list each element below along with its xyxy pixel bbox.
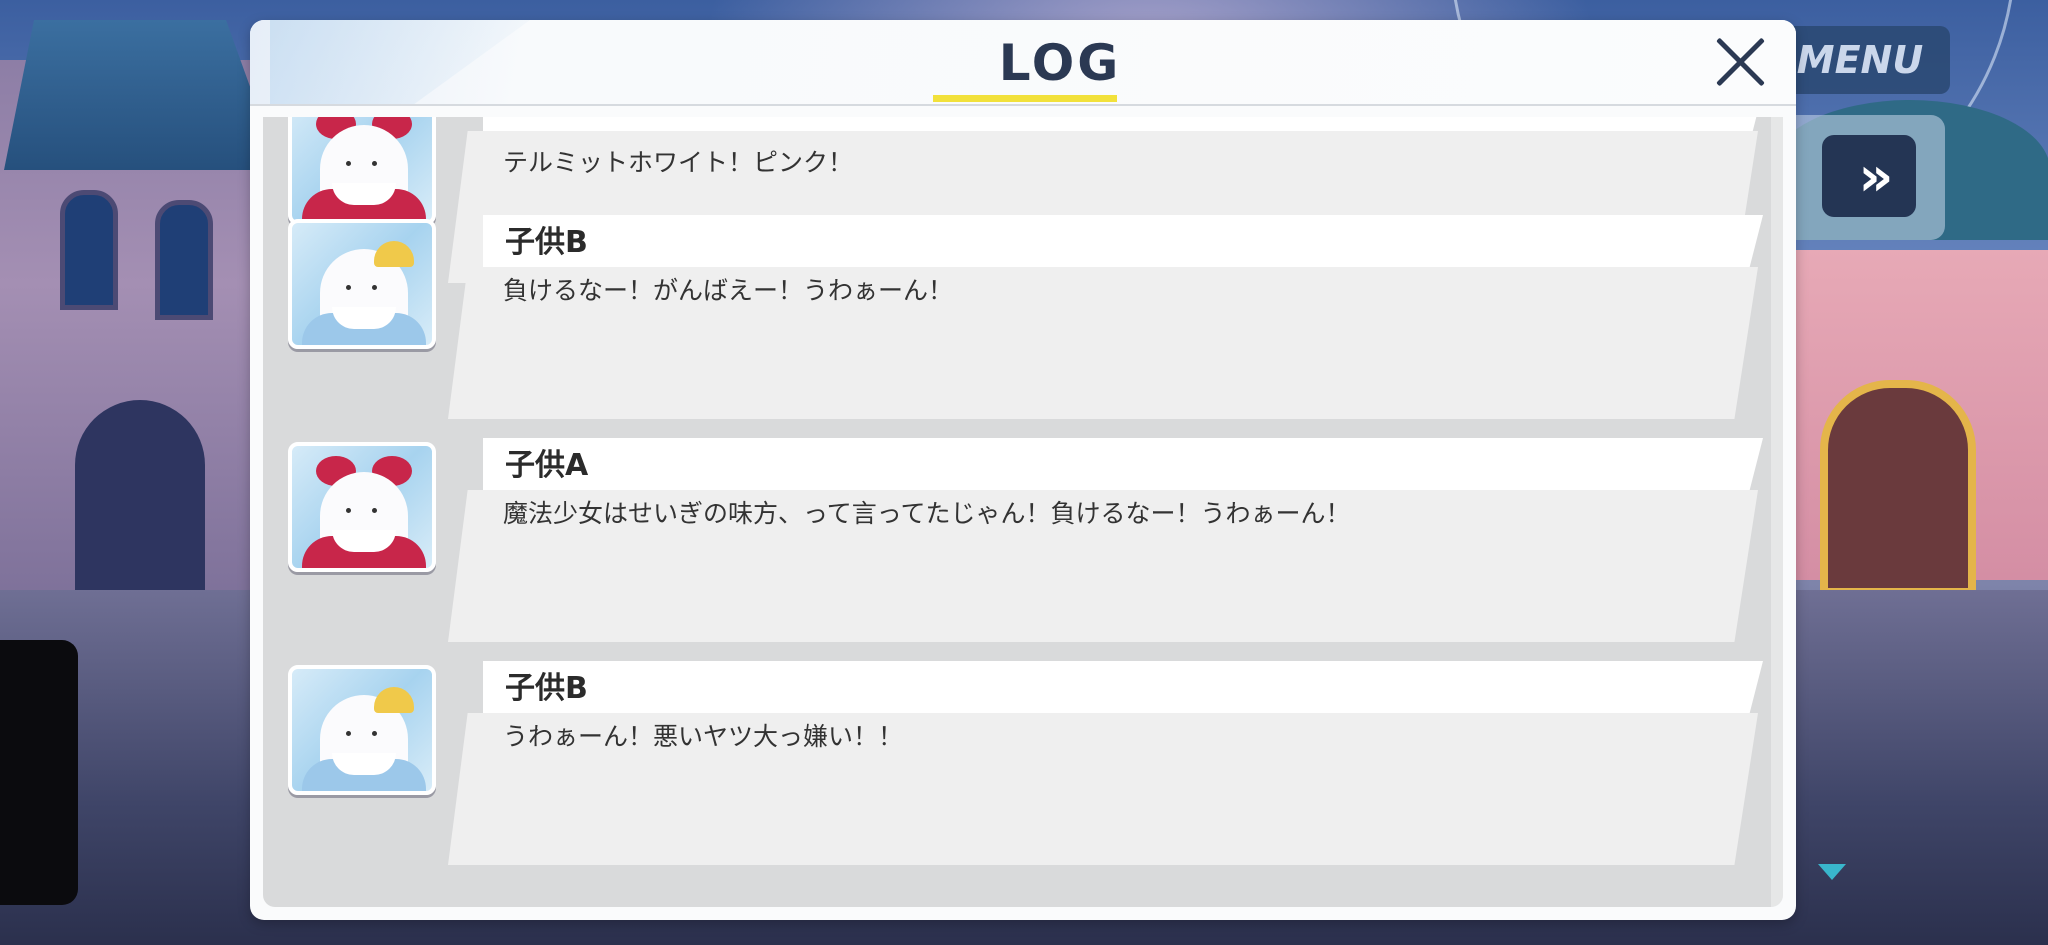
speaker-name: 子供B [505, 671, 588, 706]
speaker-name: 子供B [505, 225, 588, 260]
yellow-hat-child-avatar [288, 665, 436, 795]
dialogue-text: うわぁーん！悪いヤツ大っ嫌い！！ [503, 722, 904, 751]
log-entry: 子供B 負けるなー！がんばえー！うわぁーん！ [263, 215, 1763, 439]
yellow-hat-child-avatar [288, 219, 436, 349]
header-decoration [270, 20, 530, 105]
log-dialog: LOG テルミットホワイト！ピンク！ 子供B 負けるなー！がんばえー！うわぁーん… [250, 20, 1796, 920]
hat-icon [374, 241, 414, 267]
avatar-eyes [346, 285, 382, 291]
speaker-plate [483, 661, 1763, 721]
dialogue-text: テルミットホワイト！ピンク！ [503, 148, 854, 177]
dialogue-text: 負けるなー！がんばえー！うわぁーん！ [503, 276, 954, 305]
speaker-plate [483, 215, 1763, 275]
speaker-name: 子供A [505, 448, 589, 483]
window [60, 190, 118, 310]
scroll-down-indicator-icon [1818, 864, 1846, 880]
speaker-plate [483, 438, 1763, 498]
left-building-roof [4, 20, 280, 170]
log-entry: 子供B うわぁーん！悪いヤツ大っ嫌い！！ [263, 661, 1763, 885]
avatar-eyes [346, 731, 382, 737]
archway [75, 400, 205, 620]
right-building-door [1820, 380, 1976, 596]
header-divider [250, 104, 1796, 106]
dialog-title: LOG [998, 34, 1122, 92]
right-building [1770, 100, 2048, 596]
log-entry: テルミットホワイト！ピンク！ [263, 117, 1763, 283]
log-list[interactable]: テルミットホワイト！ピンク！ 子供B 負けるなー！がんばえー！うわぁーん！ 子供… [263, 117, 1783, 907]
log-entry: 子供A 魔法少女はせいぎの味方、って言ってたじゃん！負けるなー！うわぁーん！ [263, 438, 1763, 662]
red-ribbon-child-avatar [288, 117, 436, 225]
avatar-eyes [346, 508, 382, 514]
dialogue-text: 魔法少女はせいぎの味方、って言ってたじゃん！負けるなー！うわぁーん！ [503, 499, 1351, 528]
hat-icon [374, 687, 414, 713]
fast-forward-button[interactable]: » [1822, 135, 1916, 217]
window [155, 200, 213, 320]
side-dark-panel [0, 640, 78, 905]
log-dialog-header: LOG [250, 20, 1796, 105]
fast-forward-icon: » [1858, 144, 1894, 208]
avatar-eyes [346, 161, 382, 167]
title-underline [933, 95, 1117, 102]
menu-button[interactable]: MENU [1770, 26, 1950, 94]
log-scrollbar[interactable] [1771, 117, 1783, 907]
red-ribbon-child-avatar [288, 442, 436, 572]
left-building [0, 20, 280, 620]
close-icon[interactable] [1710, 32, 1770, 92]
